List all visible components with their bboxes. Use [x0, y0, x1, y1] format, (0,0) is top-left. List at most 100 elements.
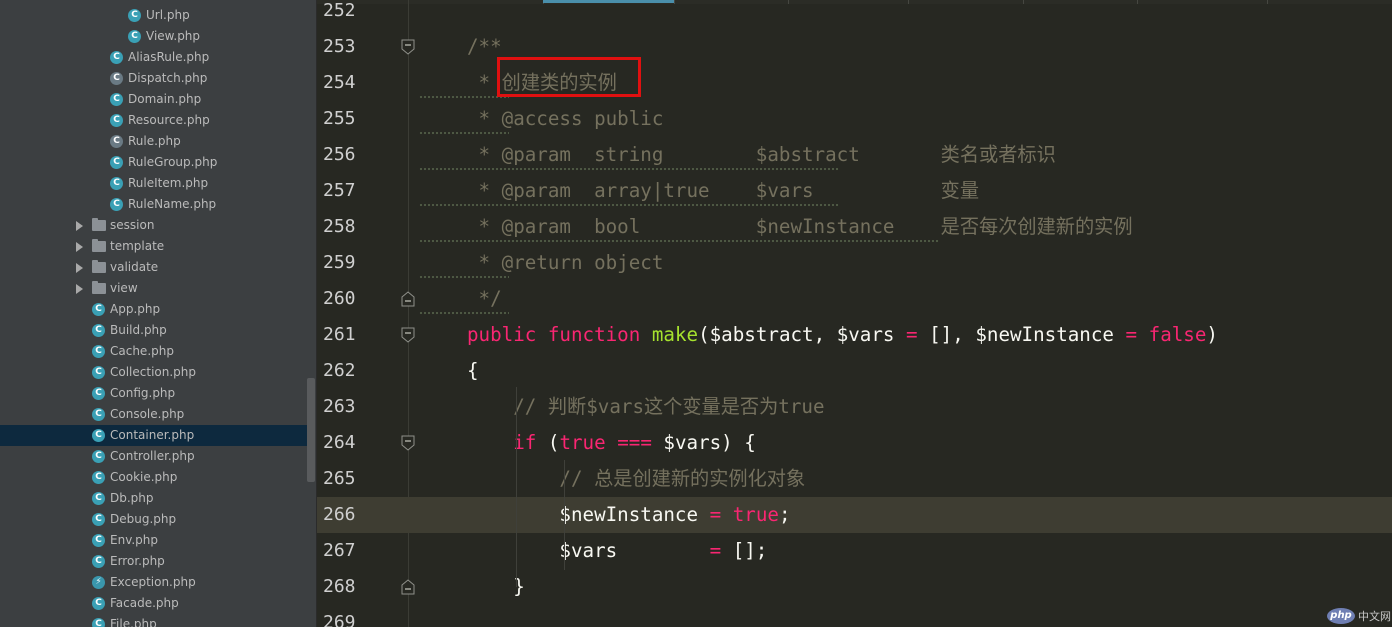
code-line[interactable]: 255 * @access public: [317, 101, 1392, 137]
class-icon: C: [110, 51, 123, 64]
tree-file[interactable]: C Dispatch.php: [0, 68, 308, 89]
tree-item-label: Resource.php: [128, 113, 210, 127]
code-line[interactable]: 252: [317, 0, 1392, 29]
inspection-underline: [419, 168, 839, 171]
tree-item-label: Build.php: [110, 323, 167, 337]
code-line[interactable]: 257 * @param array|true $vars 变量: [317, 173, 1392, 209]
tree-file[interactable]: C Rule.php: [0, 131, 308, 152]
inspection-underline: [419, 96, 509, 99]
tree-file[interactable]: C RuleItem.php: [0, 173, 308, 194]
project-tree-scrollbar-thumb[interactable]: [307, 378, 315, 482]
tree-item-label: RuleItem.php: [128, 176, 209, 190]
code-line[interactable]: 268 }: [317, 569, 1392, 605]
code-token: * @access public: [467, 107, 664, 130]
class-icon: C: [92, 303, 105, 316]
fold-close-icon[interactable]: [401, 579, 415, 595]
code-token: false: [1148, 323, 1207, 346]
code-line[interactable]: 262 {: [317, 353, 1392, 389]
tree-file[interactable]: C Cookie.php: [0, 467, 308, 488]
tree-file[interactable]: C AliasRule.php: [0, 47, 308, 68]
inspection-underline: [419, 312, 509, 315]
code-text[interactable]: $vars = [];: [467, 533, 767, 569]
fold-open-icon[interactable]: [401, 435, 415, 451]
expand-arrow-icon[interactable]: [76, 263, 83, 273]
line-number: 269: [323, 612, 356, 627]
class-icon: C: [128, 9, 141, 22]
class-icon: C: [110, 114, 123, 127]
code-text[interactable]: if (true === $vars) {: [467, 425, 756, 461]
tree-file[interactable]: C View.php: [0, 26, 308, 47]
expand-arrow-icon[interactable]: [76, 221, 83, 231]
line-number: 267: [323, 540, 356, 561]
code-line[interactable]: 258 * @param bool $newInstance 是否每次创建新的实…: [317, 209, 1392, 245]
tree-file[interactable]: C Build.php: [0, 320, 308, 341]
watermark-text: 中文网: [1358, 610, 1391, 623]
tree-file[interactable]: ⚡ Exception.php: [0, 572, 308, 593]
code-line[interactable]: 256 * @param string $abstract 类名或者标识: [317, 137, 1392, 173]
code-line[interactable]: 253 /**: [317, 29, 1392, 65]
expand-arrow-icon[interactable]: [76, 284, 83, 294]
tree-item-label: Env.php: [110, 533, 159, 547]
code-token: (: [536, 431, 560, 454]
tree-folder[interactable]: validate: [0, 257, 308, 278]
tree-folder[interactable]: template: [0, 236, 308, 257]
code-token: =: [709, 539, 722, 562]
tree-file[interactable]: C Url.php: [0, 5, 308, 26]
fold-open-icon[interactable]: [401, 39, 415, 55]
code-line[interactable]: 260 */: [317, 281, 1392, 317]
tree-file[interactable]: C Controller.php: [0, 446, 308, 467]
code-text[interactable]: public function make($abstract, $vars = …: [467, 317, 1218, 353]
tree-file[interactable]: C Facade.php: [0, 593, 308, 614]
fold-open-icon[interactable]: [401, 327, 415, 343]
tree-folder[interactable]: view: [0, 278, 308, 299]
expand-arrow-icon[interactable]: [76, 242, 83, 252]
tree-file[interactable]: C Container.php: [0, 425, 308, 446]
code-token: public: [467, 323, 537, 346]
tree-file[interactable]: C RuleGroup.php: [0, 152, 308, 173]
inspection-underline: [419, 276, 509, 279]
tree-file[interactable]: C Resource.php: [0, 110, 308, 131]
code-line[interactable]: 267 $vars = [];: [317, 533, 1392, 569]
tree-file[interactable]: C Error.php: [0, 551, 308, 572]
class-icon: C: [92, 429, 105, 442]
class-icon: C: [92, 555, 105, 568]
tree-file[interactable]: C File.php: [0, 614, 308, 627]
line-number: 254: [323, 72, 356, 93]
tree-file[interactable]: C Db.php: [0, 488, 308, 509]
code-line[interactable]: 254 * 创建类的实例: [317, 65, 1392, 101]
tree-file[interactable]: C Console.php: [0, 404, 308, 425]
tree-file[interactable]: C Domain.php: [0, 89, 308, 110]
code-token: function: [547, 323, 641, 346]
code-token: =: [1125, 323, 1138, 346]
code-line[interactable]: 264 if (true === $vars) {: [317, 425, 1392, 461]
line-number: 268: [323, 576, 356, 597]
tree-file[interactable]: C RuleName.php: [0, 194, 308, 215]
line-number: 261: [323, 324, 356, 345]
code-line[interactable]: 269: [317, 605, 1392, 627]
code-line[interactable]: 265 // 总是创建新的实例化对象: [317, 461, 1392, 497]
tree-file[interactable]: C Config.php: [0, 383, 308, 404]
tree-item-label: Dispatch.php: [128, 71, 208, 85]
fold-close-icon[interactable]: [401, 291, 415, 307]
tree-file[interactable]: C App.php: [0, 299, 308, 320]
code-editor[interactable]: 252 253/** 254 * 创建类的实例 255 * @access publi…: [317, 0, 1392, 627]
tree-file[interactable]: C Cache.php: [0, 341, 308, 362]
tree-file[interactable]: C Debug.php: [0, 509, 308, 530]
tree-file[interactable]: C Collection.php: [0, 362, 308, 383]
line-number: 259: [323, 252, 356, 273]
code-text[interactable]: // 判断$vars这个变量是否为true: [467, 389, 824, 425]
tree-folder[interactable]: session: [0, 215, 308, 236]
code-text[interactable]: // 总是创建新的实例化对象: [467, 461, 805, 497]
tree-item-label: Error.php: [110, 554, 165, 568]
class-icon: C: [92, 450, 105, 463]
tree-file[interactable]: C Env.php: [0, 530, 308, 551]
code-line[interactable]: 261 public function make($abstract, $vars…: [317, 317, 1392, 353]
code-text[interactable]: {: [467, 353, 479, 389]
code-line[interactable]: 259 * @return object: [317, 245, 1392, 281]
code-line[interactable]: 263 // 判断$vars这个变量是否为true: [317, 389, 1392, 425]
tree-item-label: view: [110, 281, 138, 295]
current-code-line[interactable]: 266 $newInstance = true;: [317, 497, 1392, 533]
